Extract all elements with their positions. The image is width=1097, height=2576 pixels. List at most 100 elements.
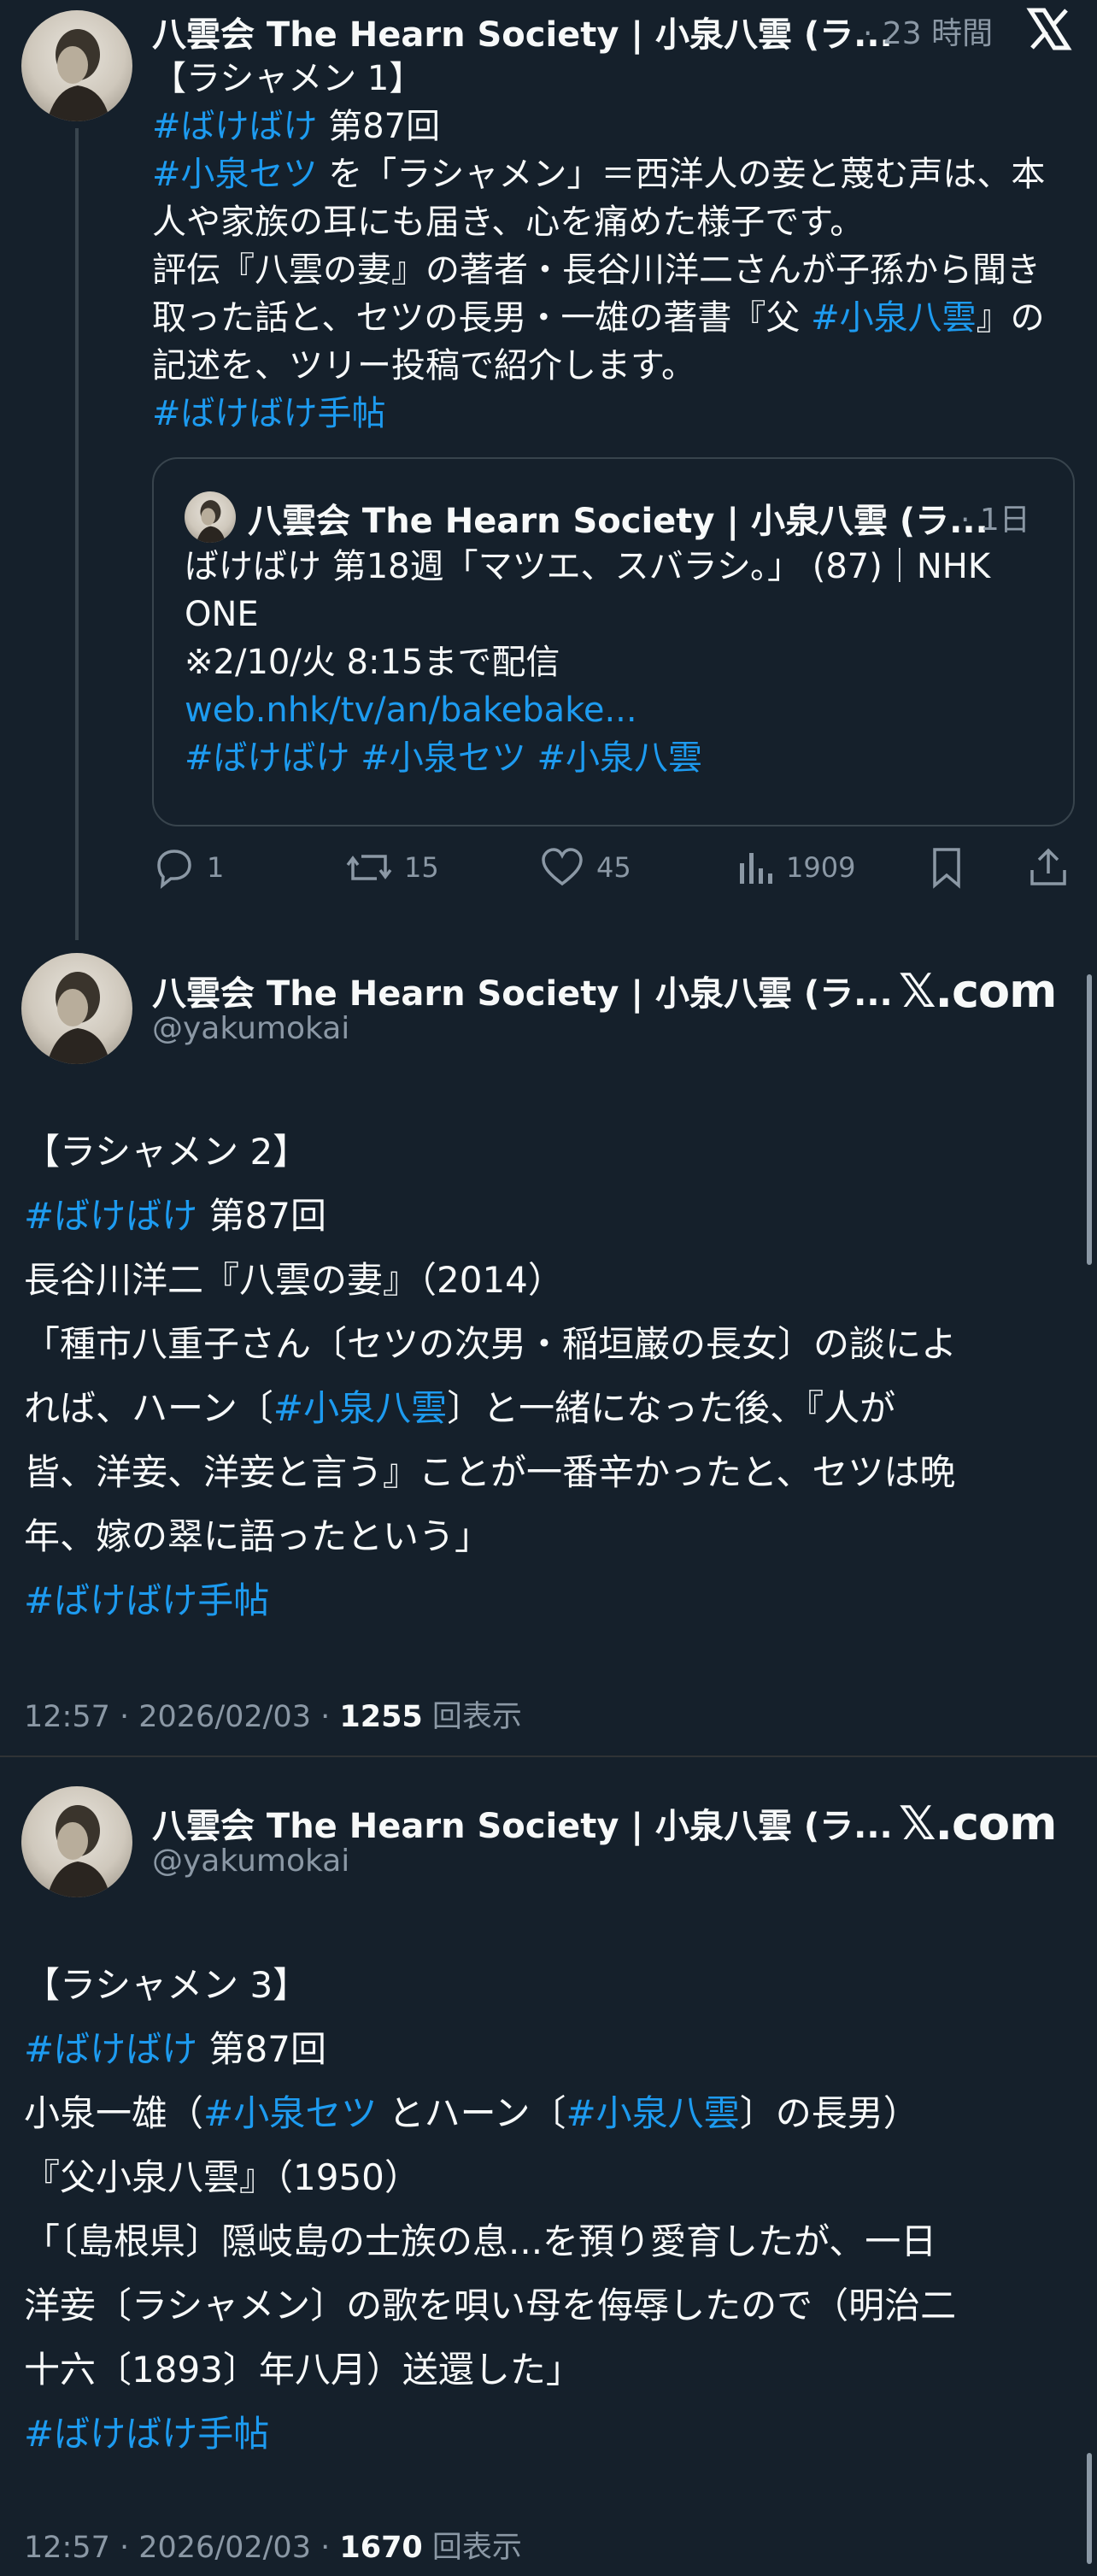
text-segment: 十六〔1893〕年八月）送還した」 <box>24 2349 582 2391</box>
tweet-time: 12:57 · 2026/02/03 · <box>24 2531 340 2565</box>
repost-count: 15 <box>404 851 439 884</box>
author-name[interactable]: 八雲会 The Hearn Society | 小泉八雲 (ラ... <box>152 7 893 56</box>
text-segment: 記述を、ツリー投稿で紹介します。 <box>152 346 695 385</box>
text-line: 【ラシャメン 3】 <box>24 1953 1075 2017</box>
text-line: 皆、洋妾、洋妾と言う』ことが一番辛かったと、セツは晩 <box>24 1440 1075 1504</box>
hashtag-link[interactable]: #小泉セツ <box>152 155 318 194</box>
hashtag-link[interactable]: #小泉八雲 <box>566 2092 739 2134</box>
tweet-text: 【ラシャメン 3】 #ばけばけ 第87回 小泉一雄（#小泉セツ とハーン〔#小泉八雲… <box>24 1953 1075 2466</box>
hashtag-link[interactable]: #小泉セツ <box>203 2092 377 2134</box>
tweet-footer: 12:57 · 2026/02/03 · 1255 回表示 <box>24 1692 522 1736</box>
bookmark-icon[interactable] <box>928 846 965 889</box>
text-segment: を「ラシャメン」＝西洋人の妾と蔑む声は、本 <box>317 155 1046 194</box>
text-line: 評伝『八雲の妻』の著者・長谷川洋二さんが子孫から聞き <box>152 246 1075 294</box>
divider <box>0 1756 1097 1757</box>
text-segment: 小泉一雄（ <box>24 2092 204 2134</box>
quoted-avatar <box>185 491 236 543</box>
text-line: #ばけばけ手帖 <box>24 2402 1075 2466</box>
text-line: #ばけばけ #小泉セツ #小泉八雲 <box>185 734 1056 782</box>
text-segment: 洋妾〔ラシャメン〕の歌を唄い母を侮辱したので（明治二 <box>24 2285 957 2326</box>
hashtag-link[interactable]: #小泉八雲 <box>811 298 977 338</box>
avatar[interactable] <box>21 1786 132 1897</box>
text-line: 洋妾〔ラシャメン〕の歌を唄い母を侮辱したので（明治二 <box>24 2273 1075 2338</box>
repost-icon <box>346 855 392 880</box>
text-line: 記述を、ツリー投稿で紹介します。 <box>152 342 1075 390</box>
text-segment: 評伝『八雲の妻』の著者・長谷川洋二さんが子孫から聞き <box>152 250 1041 290</box>
text-segment: 第87回 <box>317 107 441 146</box>
text-segment: れば、ハーン〔 <box>24 1387 273 1429</box>
scrollbar[interactable] <box>1087 2453 1092 2564</box>
text-segment: ばけばけ 第18週「マツエ、スバラシ。」 (87)｜NHK <box>185 547 991 586</box>
reply-button[interactable]: 1 <box>152 846 224 889</box>
author-handle[interactable]: @yakumokai <box>152 1011 349 1046</box>
xcom-brand: 𝕏.com <box>899 964 1057 1018</box>
tweet-time: 12:57 · 2026/02/03 · <box>24 1700 340 1734</box>
text-line: #ばけばけ 第87回 <box>24 1184 1075 1248</box>
text-segment: 「〔島根県〕隠岐島の士族の息...を預り愛育したが、一日 <box>24 2220 937 2262</box>
view-count: 1255 <box>339 1700 423 1734</box>
text-segment: 〕と一緒になった後、『人が <box>447 1387 896 1429</box>
text-segment: 年、嫁の翠に語ったという」 <box>24 1515 491 1557</box>
text-line: 【ラシャメン 1】 <box>152 55 1075 103</box>
text-line: #小泉セツ を「ラシャメン」＝西洋人の妾と蔑む声は、本 <box>152 150 1075 198</box>
author-name[interactable]: 八雲会 The Hearn Society | 小泉八雲 (ラ... <box>152 966 893 1015</box>
quoted-tweet[interactable]: 八雲会 The Hearn Society | 小泉八雲 (ラ... · 1日 … <box>152 457 1075 826</box>
hashtag-link[interactable]: #ばけばけ <box>24 2028 197 2070</box>
text-line: 【ラシャメン 2】 <box>24 1120 1075 1184</box>
text-segment: 人や家族の耳にも届き、心を痛めた様子です。 <box>152 203 865 242</box>
views-button[interactable]: 1909 <box>736 846 855 889</box>
tweet-text: 【ラシャメン 2】 #ばけばけ 第87回 長谷川洋二『八雲の妻』（2014） 「種市八… <box>24 1120 1075 1632</box>
text-line: 長谷川洋二『八雲の妻』（2014） <box>24 1248 1075 1312</box>
text-line: web.nhk/tv/an/bakebake... <box>185 686 1056 734</box>
text-line: #ばけばけ手帖 <box>24 1568 1075 1632</box>
like-button[interactable]: 45 <box>540 846 631 889</box>
portrait-icon <box>47 29 110 121</box>
text-line: 「〔島根県〕隠岐島の士族の息...を預り愛育したが、一日 <box>24 2209 1075 2273</box>
views-label: 回表示 <box>422 2531 522 2565</box>
timestamp[interactable]: · 23 時間 <box>863 9 993 53</box>
text-line: ばけばけ 第18週「マツエ、スバラシ。」 (87)｜NHK <box>185 543 1056 591</box>
share-icon[interactable] <box>1027 846 1070 889</box>
text-line: 人や家族の耳にも届き、心を痛めた様子です。 <box>152 198 1075 246</box>
hashtag-link[interactable]: #ばけばけ手帖 <box>152 394 386 433</box>
hashtag-link[interactable]: #ばけばけ <box>152 107 318 146</box>
avatar[interactable] <box>21 10 132 121</box>
quoted-timestamp: · 1日 <box>960 503 1030 538</box>
tweet-text: 【ラシャメン 1】 #ばけばけ 第87回 #小泉セツ を「ラシャメン」＝西洋人の妾と… <box>152 55 1075 438</box>
text-segment: 【ラシャメン 3】 <box>24 1964 309 2006</box>
quoted-author-name: 八雲会 The Hearn Society | 小泉八雲 (ラ... <box>248 502 988 541</box>
portrait-icon <box>47 972 110 1064</box>
text-line: 『父小泉八雲』（1950） <box>24 2145 1075 2209</box>
x-logo-icon[interactable] <box>1025 5 1073 53</box>
author-handle[interactable]: @yakumokai <box>152 1844 349 1879</box>
repost-button[interactable]: 15 <box>346 846 439 889</box>
quoted-text: ばけばけ 第18週「マツエ、スバラシ。」 (87)｜NHK ONE ※2/10/火 … <box>185 543 1056 782</box>
text-line: 年、嫁の翠に語ったという」 <box>24 1504 1075 1568</box>
hashtag-link[interactable]: #小泉八雲 <box>273 1387 447 1429</box>
text-line: ONE <box>185 591 1056 638</box>
hashtag-link[interactable]: #ばけばけ手帖 <box>24 2413 269 2455</box>
text-segment: 取った話と、セツの長男・一雄の著書『父 <box>152 298 812 338</box>
avatar[interactable] <box>21 953 132 1064</box>
views-label: 回表示 <box>422 1700 522 1734</box>
text-segment: 〕の長男） <box>739 2092 919 2134</box>
text-line: 取った話と、セツの長男・一雄の著書『父 #小泉八雲』の <box>152 294 1075 342</box>
text-segment: 「種市八重子さん〔セツの次男・稲垣巌の長女〕の談によ <box>24 1323 958 1365</box>
text-segment: 』の <box>976 298 1045 338</box>
text-segment: ONE <box>185 595 259 634</box>
text-line: ※2/10/火 8:15まで配信 <box>185 638 1056 686</box>
text-line: 小泉一雄（#小泉セツ とハーン〔#小泉八雲〕の長男） <box>24 2081 1075 2145</box>
view-count: 1670 <box>339 2531 423 2565</box>
thread-line <box>75 128 79 940</box>
hashtag-link[interactable]: #ばけばけ #小泉セツ #小泉八雲 <box>185 738 702 778</box>
text-segment: 皆、洋妾、洋妾と言う』ことが一番辛かったと、セツは晩 <box>24 1451 956 1493</box>
scrollbar[interactable] <box>1087 974 1092 1265</box>
hashtag-link[interactable]: web.nhk/tv/an/bakebake... <box>185 691 637 730</box>
hashtag-link[interactable]: #ばけばけ <box>24 1195 197 1237</box>
text-segment: 【ラシャメン 2】 <box>24 1131 309 1173</box>
text-segment: とハーン〔 <box>377 2092 566 2134</box>
text-line: #ばけばけ 第87回 <box>152 103 1075 150</box>
author-name[interactable]: 八雲会 The Hearn Society | 小泉八雲 (ラ... <box>152 1798 893 1848</box>
text-segment: 第87回 <box>197 1195 326 1237</box>
hashtag-link[interactable]: #ばけばけ手帖 <box>24 1579 269 1621</box>
